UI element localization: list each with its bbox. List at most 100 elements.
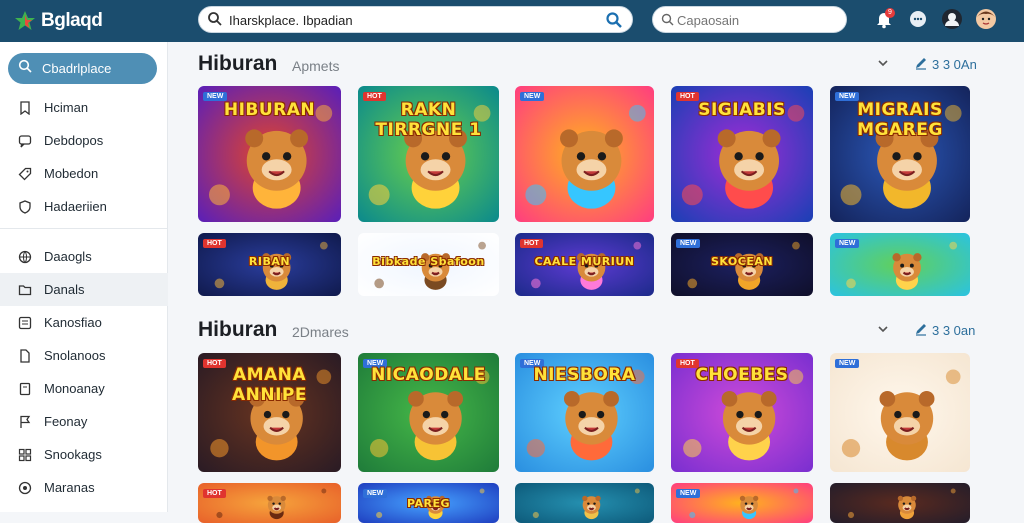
grid-icon [17, 447, 32, 462]
sidebar-item[interactable]: Feonay [0, 405, 168, 438]
chevron-down-icon[interactable] [876, 322, 890, 341]
game-card[interactable]: HOT CHOEBES [671, 353, 813, 472]
card-title: SKOCEAN [710, 255, 774, 268]
game-card[interactable]: NEW MIGRAIS MGAREG [830, 86, 970, 222]
card-tag: NEW [676, 239, 701, 248]
bookmark-icon [17, 100, 32, 115]
game-banner[interactable]: HOT RIBAN [198, 233, 341, 296]
profile-menu-icon[interactable] [940, 5, 964, 33]
game-banner[interactable]: NEW SKOCEAN [671, 233, 813, 296]
top-bar: Bglaqd 9 [0, 0, 1024, 42]
sidebar-item[interactable]: Maranas [0, 471, 168, 504]
secondary-search-bar[interactable] [652, 6, 847, 33]
game-banner[interactable]: HOT CAALE MURIUN [515, 233, 654, 296]
main-search-input[interactable] [229, 10, 589, 30]
app-logo[interactable]: Bglaqd [14, 7, 103, 35]
sidebar-item-label: Snolanoos [44, 348, 106, 363]
card-title: SIGIABIS [698, 100, 786, 120]
see-all-label: 3 3 0an [932, 323, 976, 338]
see-all-link[interactable]: 3 3 0an [914, 322, 975, 339]
card-tag: NEW [676, 489, 701, 498]
card-title: AMANA ANNIPE [231, 365, 307, 405]
game-card[interactable]: HOT AMANA ANNIPE [198, 353, 341, 472]
sidebar-item-label: Feonay [44, 414, 88, 429]
search-icon [207, 11, 223, 32]
sidebar-item-label: Hciman [44, 100, 89, 115]
logo-star-icon [14, 10, 36, 32]
flag-icon [17, 414, 32, 429]
sidebar-item[interactable]: Daaogls [0, 240, 168, 273]
chevron-down-icon[interactable] [876, 56, 890, 75]
game-card[interactable]: NEW NICAODALE [358, 353, 499, 472]
card-title: NICAODALE [371, 365, 486, 385]
sidebar-item-label: Mobedon [44, 166, 99, 181]
sidebar-item-label: Snookags [44, 447, 102, 462]
sidebar-item[interactable]: Monoanay [0, 372, 168, 405]
section-subtitle: Apmets [292, 58, 340, 74]
main-search-bar[interactable] [198, 6, 633, 33]
game-card[interactable]: HOT RAKN TIRRGNE 1 [358, 86, 499, 222]
sidebar-item-label: Debdopos [44, 133, 104, 148]
game-banner[interactable]: HOT [198, 483, 341, 523]
notification-bell-icon[interactable]: 9 [872, 5, 896, 33]
sidebar-item-label: Daaogls [44, 249, 92, 264]
sidebar-search-label: Cbadrlplace [42, 61, 112, 76]
card-title: CHOEBES [695, 365, 789, 385]
game-card[interactable]: NEW [515, 86, 654, 222]
sidebar-item-label: Maranas [44, 480, 95, 495]
shield-icon [17, 199, 32, 214]
card-tag: NEW [835, 359, 860, 368]
card-tag: NEW [835, 239, 860, 248]
secondary-search-input[interactable] [677, 10, 837, 30]
sidebar-item[interactable]: Danals [0, 273, 168, 306]
list-icon [17, 315, 32, 330]
doc-icon [17, 348, 32, 363]
section-title: Hiburan [198, 52, 278, 75]
card-tag: HOT [203, 239, 226, 248]
sidebar-item[interactable]: Hadaeriien [0, 190, 168, 223]
search-submit-icon[interactable] [605, 11, 623, 34]
sidebar-divider [0, 228, 168, 229]
globe-icon [17, 249, 32, 264]
sidebar-item[interactable]: Hciman [0, 91, 168, 124]
sidebar-item[interactable]: Snookags [0, 438, 168, 471]
notification-badge: 9 [885, 8, 895, 18]
card-title: HIBURAN [223, 100, 316, 120]
see-all-link[interactable]: 3 3 0An [914, 56, 977, 73]
top-bar-actions: 9 [872, 5, 998, 33]
file-icon [17, 381, 32, 396]
main-content: Hiburan Apmets 3 3 0An NEW HIBURAN HOT R… [168, 42, 1024, 523]
game-banner[interactable]: NEW [671, 483, 813, 523]
circle-icon [17, 480, 32, 495]
search-icon [661, 13, 674, 31]
game-banner[interactable]: NEW [830, 233, 970, 296]
game-banner[interactable] [830, 483, 970, 523]
chat-icon [17, 133, 32, 148]
folder-icon [17, 282, 32, 297]
game-card[interactable]: NEW [830, 353, 970, 472]
sidebar-item-label: Monoanay [44, 381, 105, 396]
card-title: MIGRAIS MGAREG [857, 100, 943, 140]
card-title: RIBAN [248, 255, 291, 268]
sidebar-search-button[interactable]: Cbadrlplace [8, 53, 157, 84]
sidebar-group-primary: Hciman Debdopos Mobedon Hadaeriien [0, 91, 168, 223]
game-banner[interactable] [515, 483, 654, 523]
card-title: PAREG [406, 497, 451, 510]
sidebar-item[interactable]: Debdopos [0, 124, 168, 157]
game-card[interactable]: NEW NIESBORA [515, 353, 654, 472]
card-title: Bibkade Sbafoon [372, 255, 485, 268]
sidebar-item-label: Kanosfiao [44, 315, 102, 330]
sidebar-item[interactable]: Mobedon [0, 157, 168, 190]
game-banner[interactable]: NEW PAREG [358, 483, 499, 523]
sidebar-item[interactable]: Kanosfiao [0, 306, 168, 339]
pencil-icon [914, 322, 928, 339]
game-card[interactable]: HOT SIGIABIS [671, 86, 813, 222]
game-card[interactable]: NEW HIBURAN [198, 86, 341, 222]
avatar[interactable] [974, 5, 998, 33]
sidebar-item[interactable]: Snolanoos [0, 339, 168, 372]
tag-icon [17, 166, 32, 181]
card-title: CAALE MURIUN [534, 255, 635, 268]
chat-bubble-icon[interactable] [906, 5, 930, 33]
game-banner[interactable]: Bibkade Sbafoon [358, 233, 499, 296]
card-title: RAKN TIRRGNE 1 [375, 100, 482, 140]
